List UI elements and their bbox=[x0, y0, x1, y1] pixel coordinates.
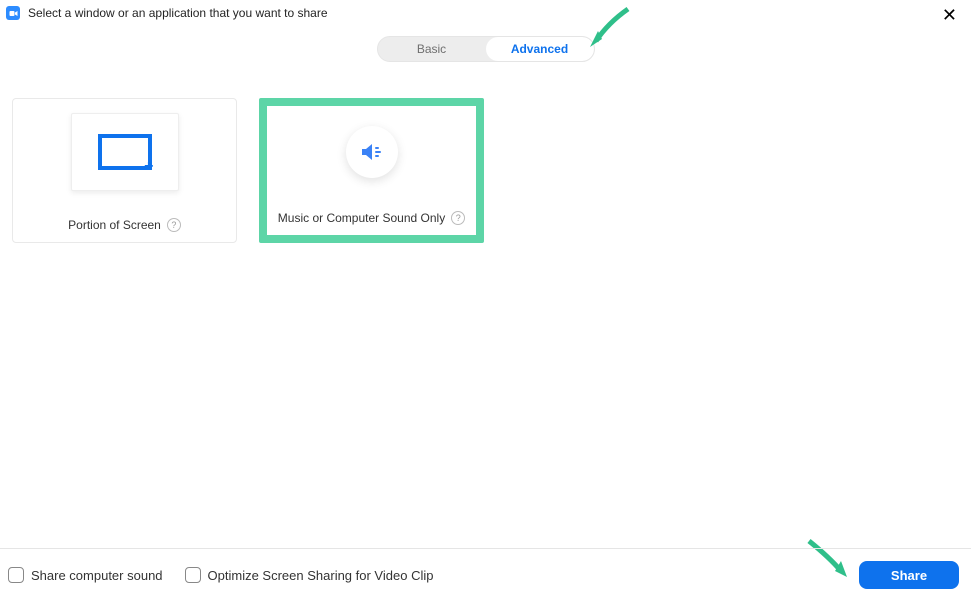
close-icon[interactable]: ✕ bbox=[942, 6, 957, 24]
checkbox-share-sound[interactable]: Share computer sound bbox=[8, 567, 163, 583]
tab-advanced-label: Advanced bbox=[511, 42, 568, 56]
option-portion-label: Portion of Screen bbox=[68, 218, 161, 232]
help-icon[interactable]: ? bbox=[451, 211, 465, 225]
crop-rect-icon bbox=[98, 134, 152, 170]
header-title: Select a window or an application that y… bbox=[28, 6, 328, 20]
speaker-circle bbox=[346, 126, 398, 178]
speaker-icon bbox=[359, 141, 385, 163]
option-portion-of-screen[interactable]: Portion of Screen ? bbox=[12, 98, 237, 243]
help-icon[interactable]: ? bbox=[167, 218, 181, 232]
tab-basic-label: Basic bbox=[417, 42, 446, 56]
share-button[interactable]: Share bbox=[859, 561, 959, 589]
portion-thumbnail bbox=[71, 113, 179, 191]
tab-advanced[interactable]: Advanced bbox=[486, 37, 594, 61]
option-music-label: Music or Computer Sound Only bbox=[278, 211, 445, 225]
checkbox-icon bbox=[185, 567, 201, 583]
tab-group: Basic Advanced bbox=[377, 36, 595, 62]
share-button-label: Share bbox=[891, 568, 927, 583]
checkbox-optimize-video[interactable]: Optimize Screen Sharing for Video Clip bbox=[185, 567, 434, 583]
tab-basic[interactable]: Basic bbox=[378, 37, 486, 61]
checkbox-share-sound-label: Share computer sound bbox=[31, 568, 163, 583]
checkbox-icon bbox=[8, 567, 24, 583]
checkbox-optimize-label: Optimize Screen Sharing for Video Clip bbox=[208, 568, 434, 583]
zoom-icon bbox=[6, 6, 20, 20]
option-music-sound-only[interactable]: Music or Computer Sound Only ? bbox=[259, 98, 484, 243]
